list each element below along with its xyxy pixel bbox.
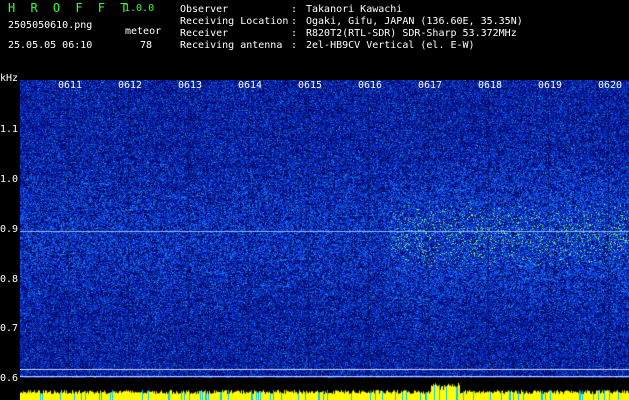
antenna-colon: : bbox=[291, 40, 298, 51]
observation-count: 78 bbox=[140, 40, 153, 51]
app-version: 1.0.0 bbox=[124, 3, 155, 14]
antenna-value: 2el-HB9CV Vertical (el. E-W) bbox=[306, 40, 475, 51]
observation-label: meteor bbox=[125, 26, 162, 37]
x-tick-label: 0613 bbox=[178, 80, 203, 91]
x-tick-label: 0619 bbox=[538, 80, 563, 91]
antenna-label: Receiving antenna bbox=[180, 40, 283, 51]
receiver-colon: : bbox=[291, 28, 298, 39]
y-tick-label: 1.0 bbox=[0, 174, 19, 185]
receiver-value: R820T2(RTL-SDR) SDR-Sharp 53.372MHz bbox=[306, 28, 517, 39]
y-tick-label: 1.1 bbox=[0, 124, 19, 135]
observer-label: Observer bbox=[180, 4, 229, 15]
y-tick-label: 0.8 bbox=[0, 274, 19, 285]
x-tick-label: 0611 bbox=[58, 80, 83, 91]
y-axis-unit: kHz bbox=[0, 73, 19, 84]
y-tick-label: 0.9 bbox=[0, 224, 19, 235]
signal-level-strip bbox=[20, 378, 629, 400]
y-tick-label: 0.7 bbox=[0, 323, 19, 334]
hrofft-window: H R O F F T 1.0.0 2505050610.png meteor … bbox=[0, 0, 629, 400]
timestamp: 25.05.05 06:10 bbox=[8, 40, 93, 51]
spectrogram bbox=[20, 80, 629, 378]
x-tick-label: 0618 bbox=[478, 80, 503, 91]
x-tick-label: 0614 bbox=[238, 80, 263, 91]
location-label: Receiving Location bbox=[180, 16, 289, 27]
x-tick-label: 0617 bbox=[418, 80, 443, 91]
file-name: 2505050610.png bbox=[8, 20, 93, 31]
observer-value: Takanori Kawachi bbox=[306, 4, 403, 15]
x-tick-label: 0620 bbox=[598, 80, 623, 91]
app-title: H R O F F T bbox=[8, 1, 132, 15]
receiver-label: Receiver bbox=[180, 28, 229, 39]
x-tick-label: 0616 bbox=[358, 80, 383, 91]
x-tick-label: 0615 bbox=[298, 80, 323, 91]
observer-colon: : bbox=[291, 4, 298, 15]
location-value: Ogaki, Gifu, JAPAN (136.60E, 35.35N) bbox=[306, 16, 523, 27]
x-tick-label: 0612 bbox=[118, 80, 143, 91]
location-colon: : bbox=[291, 16, 298, 27]
y-tick-label: 0.6 bbox=[0, 373, 19, 384]
